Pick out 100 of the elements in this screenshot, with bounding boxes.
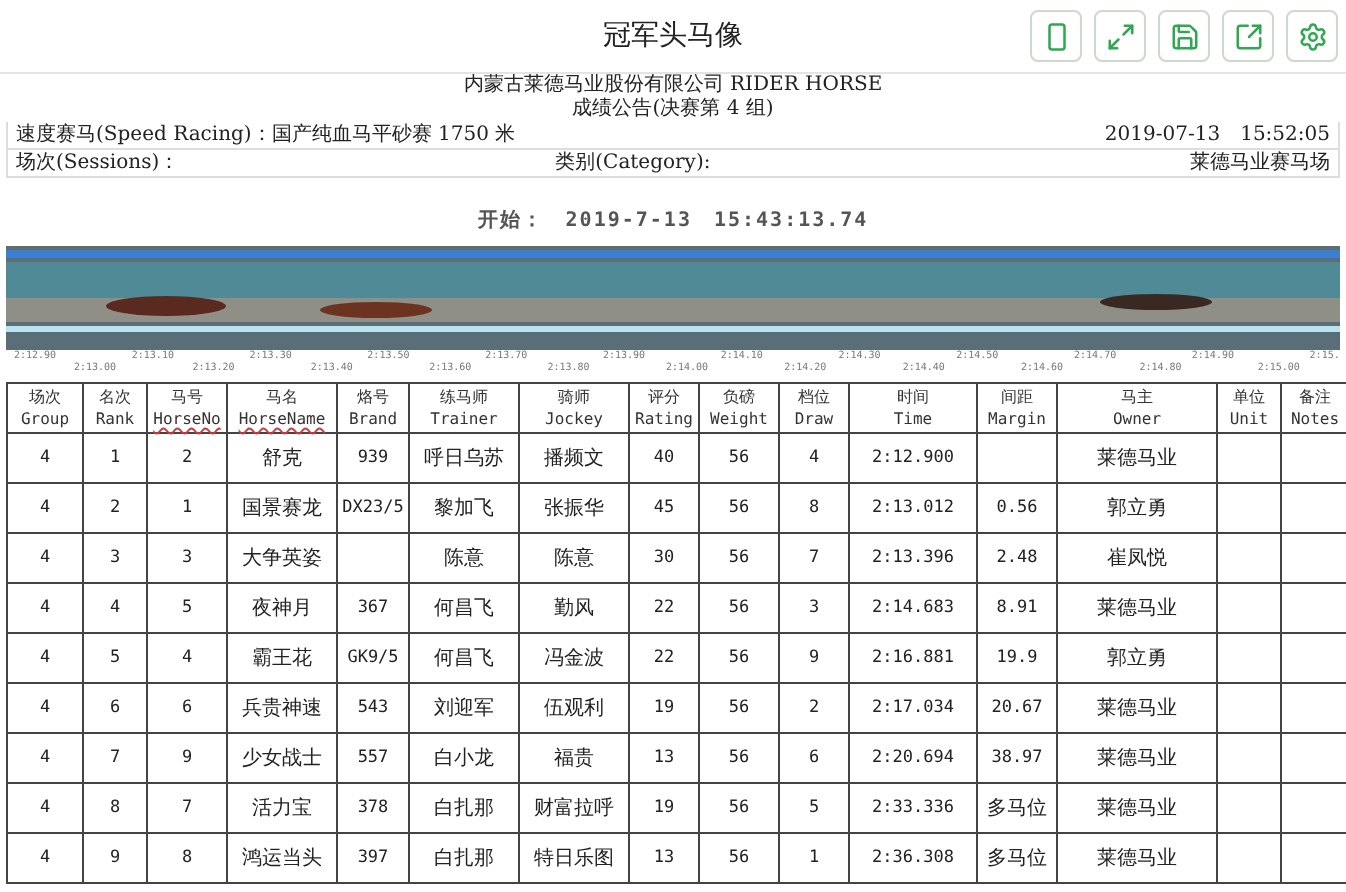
category-label: 类别(Category):	[555, 150, 711, 176]
table-cell: 9	[83, 833, 147, 883]
column-header: 档位 Draw	[779, 383, 849, 433]
table-cell: 2	[147, 433, 227, 483]
table-cell: 367	[337, 583, 409, 633]
table-cell: 白扎那	[409, 833, 519, 883]
table-cell: 56	[699, 683, 779, 733]
table-cell: 4	[7, 783, 83, 833]
start-time: 开始： 2019-7-13 15:43:13.74	[475, 207, 871, 234]
table-cell: 莱德马业	[1057, 733, 1217, 783]
table-cell	[1217, 533, 1281, 583]
table-cell: 郭立勇	[1057, 483, 1217, 533]
table-cell: 白小龙	[409, 733, 519, 783]
table-cell: 7	[147, 783, 227, 833]
share-button[interactable]	[1222, 10, 1274, 62]
table-cell: 活力宝	[227, 783, 337, 833]
table-cell: 呼日乌苏	[409, 433, 519, 483]
table-cell	[337, 533, 409, 583]
table-cell	[1217, 583, 1281, 633]
table-cell: 1	[779, 833, 849, 883]
table-cell: 冯金波	[519, 633, 629, 683]
sessions-label: 场次(Sessions)：	[16, 150, 180, 176]
table-cell: 莱德马业	[1057, 583, 1217, 633]
table-cell: DX23/5	[337, 483, 409, 533]
table-cell: 8	[83, 783, 147, 833]
window-title: 冠军头马像	[603, 18, 743, 54]
table-cell	[977, 433, 1057, 483]
table-cell: 莱德马业	[1057, 783, 1217, 833]
column-header: 练马师 Trainer	[409, 383, 519, 433]
table-cell: 2:13.396	[849, 533, 977, 583]
table-cell: 3	[779, 583, 849, 633]
table-cell: 崔凤悦	[1057, 533, 1217, 583]
table-cell: 伍观利	[519, 683, 629, 733]
table-cell: 张振华	[519, 483, 629, 533]
table-cell: 何昌飞	[409, 583, 519, 633]
column-header: 烙号 Brand	[337, 383, 409, 433]
table-cell: 13	[629, 833, 699, 883]
race-name: 速度赛马(Speed Racing)：国产纯血马平砂赛 1750 米	[16, 122, 516, 148]
table-cell: 40	[629, 433, 699, 483]
table-cell	[1217, 483, 1281, 533]
table-cell: 2:17.034	[849, 683, 977, 733]
table-cell: 霸王花	[227, 633, 337, 683]
table-cell: 兵贵神速	[227, 683, 337, 733]
column-header: 马主 Owner	[1057, 383, 1217, 433]
table-cell: 378	[337, 783, 409, 833]
column-header: 间距 Margin	[977, 383, 1057, 433]
table-cell: 397	[337, 833, 409, 883]
save-icon	[1169, 21, 1199, 51]
table-cell: 2:16.881	[849, 633, 977, 683]
table-cell: 播频文	[519, 433, 629, 483]
table-cell: 56	[699, 433, 779, 483]
table-cell: 6	[147, 683, 227, 733]
expand-icon	[1105, 21, 1135, 51]
table-cell	[1217, 683, 1281, 733]
table-cell: 4	[779, 433, 849, 483]
table-cell: 2:13.012	[849, 483, 977, 533]
table-cell: 莱德马业	[1057, 683, 1217, 733]
table-cell: 56	[699, 583, 779, 633]
table-cell	[1217, 733, 1281, 783]
table-cell: 8	[779, 483, 849, 533]
table-cell: 5	[779, 783, 849, 833]
company-name: 内蒙古莱德马业股份有限公司 RIDER HORSE	[461, 74, 885, 97]
table-cell: 4	[7, 483, 83, 533]
share-icon	[1233, 21, 1263, 51]
table-cell: 2:14.683	[849, 583, 977, 633]
table-cell: 13	[629, 733, 699, 783]
portrait-button[interactable]	[1030, 10, 1082, 62]
report-datetime: 2019-07-13 15:52:05	[1104, 122, 1330, 148]
table-cell: 5	[83, 633, 147, 683]
column-header: 备注 Notes	[1281, 383, 1346, 433]
report-heading: 成绩公告(决赛第 4 组)	[570, 98, 776, 122]
table-cell: 22	[629, 583, 699, 633]
table-cell	[1217, 433, 1281, 483]
column-header: 评分 Rating	[629, 383, 699, 433]
table-cell: 多马位	[977, 833, 1057, 883]
settings-button[interactable]	[1286, 10, 1338, 62]
table-cell: 19	[629, 683, 699, 733]
table-cell: 2:12.900	[849, 433, 977, 483]
table-cell: 少女战士	[227, 733, 337, 783]
table-cell: 38.97	[977, 733, 1057, 783]
table-cell: 56	[699, 833, 779, 883]
table-cell: 9	[147, 733, 227, 783]
table-cell: 30	[629, 533, 699, 583]
table-cell: 56	[699, 733, 779, 783]
table-cell: 4	[147, 633, 227, 683]
table-cell: 多马位	[977, 783, 1057, 833]
table-cell: 4	[7, 683, 83, 733]
expand-button[interactable]	[1094, 10, 1146, 62]
table-cell: 刘迎军	[409, 683, 519, 733]
table-cell: 4	[7, 833, 83, 883]
venue-name: 莱德马业赛马场	[1190, 150, 1330, 176]
table-cell: 勤风	[519, 583, 629, 633]
table-cell: 夜神月	[227, 583, 337, 633]
table-cell	[1217, 633, 1281, 683]
save-button[interactable]	[1158, 10, 1210, 62]
settings-icon	[1297, 21, 1327, 51]
table-cell: 黎加飞	[409, 483, 519, 533]
table-cell: 56	[699, 633, 779, 683]
table-cell: 陈意	[519, 533, 629, 583]
column-header: 时间 Time	[849, 383, 977, 433]
